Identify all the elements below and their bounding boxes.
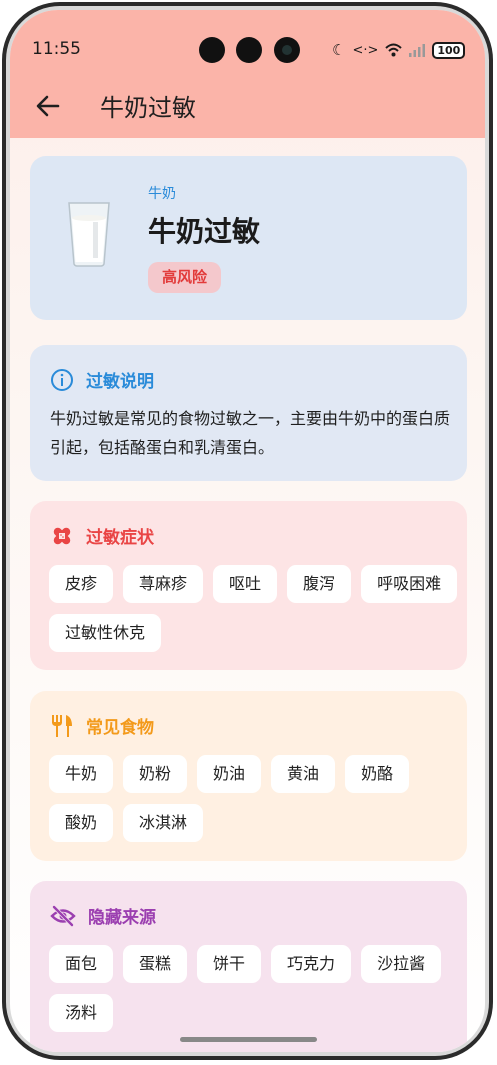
symptom-chip-list: 皮疹 荨麻疹 呕吐 腹泻 呼吸困难 过敏性休克 (49, 565, 459, 652)
hidden-source-chip[interactable]: 汤料 (49, 994, 114, 1032)
common-foods-header: 常见食物 (50, 713, 154, 738)
allergen-category: 牛奶 (148, 186, 176, 202)
description-card: 过敏说明 牛奶过敏是常见的食物过敏之一，主要由牛奶中的蛋白质引起，包括酪蛋白和乳… (30, 345, 467, 481)
bandage-icon (53, 527, 71, 544)
camera-lens (274, 37, 300, 63)
back-button[interactable] (32, 90, 64, 122)
hidden-sources-header: 隐藏来源 (50, 903, 156, 928)
description-header: 过敏说明 (50, 367, 154, 392)
hidden-source-chip[interactable]: 蛋糕 (123, 945, 188, 983)
food-chip[interactable]: 奶酪 (345, 755, 410, 793)
symptom-chip[interactable]: 荨麻疹 (123, 565, 204, 603)
phone-frame: 11:55 ☾ <·> 100 牛奶过敏 牛奶 牛奶过敏 高风险 过敏说明 牛奶… (2, 2, 493, 1060)
camera-cutout (236, 37, 262, 63)
eye-off-icon (50, 905, 76, 926)
arrow-left-icon (36, 95, 60, 117)
wifi-icon (385, 43, 403, 57)
hidden-source-chip[interactable]: 巧克力 (271, 945, 352, 983)
symptom-chip[interactable]: 呼吸困难 (361, 565, 458, 603)
symptom-chip[interactable]: 呕吐 (213, 565, 278, 603)
fork-knife-icon (52, 714, 72, 737)
food-chip[interactable]: 奶油 (197, 755, 262, 793)
symptoms-title: 过敏症状 (86, 528, 154, 548)
screen: 11:55 ☾ <·> 100 牛奶过敏 牛奶 牛奶过敏 高风险 过敏说明 牛奶… (10, 10, 485, 1052)
info-icon (51, 368, 73, 391)
symptoms-card: 过敏症状 皮疹 荨麻疹 呕吐 腹泻 呼吸困难 过敏性休克 (30, 501, 467, 670)
milk-glass-icon (68, 202, 110, 267)
food-chip[interactable]: 黄油 (271, 755, 336, 793)
risk-badge: 高风险 (148, 262, 222, 293)
battery-icon: 100 (432, 41, 466, 59)
app-bar: 11:55 ☾ <·> 100 牛奶过敏 (10, 10, 485, 138)
hidden-sources-title: 隐藏来源 (88, 908, 156, 928)
hidden-source-chip[interactable]: 饼干 (197, 945, 262, 983)
allergen-summary-card: 牛奶 牛奶过敏 高风险 (30, 156, 467, 320)
description-text: 牛奶过敏是常见的食物过敏之一，主要由牛奶中的蛋白质引起，包括酪蛋白和乳清蛋白。 (50, 409, 451, 457)
food-chip-list: 牛奶 奶粉 奶油 黄油 奶酪 酸奶 冰淇淋 (49, 755, 459, 842)
food-chip[interactable]: 牛奶 (49, 755, 114, 793)
hidden-sources-card: 隐藏来源 面包 蛋糕 饼干 巧克力 沙拉酱 汤料 (30, 881, 467, 1052)
symptom-chip[interactable]: 过敏性休克 (49, 614, 162, 652)
description-title: 过敏说明 (86, 372, 154, 392)
common-foods-card: 常见食物 牛奶 奶粉 奶油 黄油 奶酪 酸奶 冰淇淋 (30, 691, 467, 861)
symptoms-header: 过敏症状 (50, 523, 154, 548)
status-icons: ☾ <·> 100 (332, 40, 466, 60)
status-bar: 11:55 ☾ <·> 100 (10, 10, 485, 70)
food-chip[interactable]: 奶粉 (123, 755, 188, 793)
food-chip[interactable]: 冰淇淋 (123, 804, 204, 842)
camera-cutout (199, 37, 225, 63)
status-time: 11:55 (32, 39, 81, 59)
hidden-source-chip-list: 面包 蛋糕 饼干 巧克力 沙拉酱 汤料 (49, 945, 459, 1032)
allergen-title: 牛奶过敏 (148, 215, 261, 248)
page-title: 牛奶过敏 (100, 94, 196, 122)
symptom-chip[interactable]: 皮疹 (49, 565, 114, 603)
hidden-source-chip[interactable]: 沙拉酱 (361, 945, 442, 983)
food-chip[interactable]: 酸奶 (49, 804, 114, 842)
home-indicator[interactable] (180, 1037, 317, 1042)
moon-icon: ☾ (332, 41, 346, 59)
data-transfer-icon: <·> (352, 42, 379, 58)
common-foods-title: 常见食物 (86, 718, 154, 738)
hidden-source-chip[interactable]: 面包 (49, 945, 114, 983)
symptom-chip[interactable]: 腹泻 (287, 565, 352, 603)
signal-icon (409, 44, 426, 57)
